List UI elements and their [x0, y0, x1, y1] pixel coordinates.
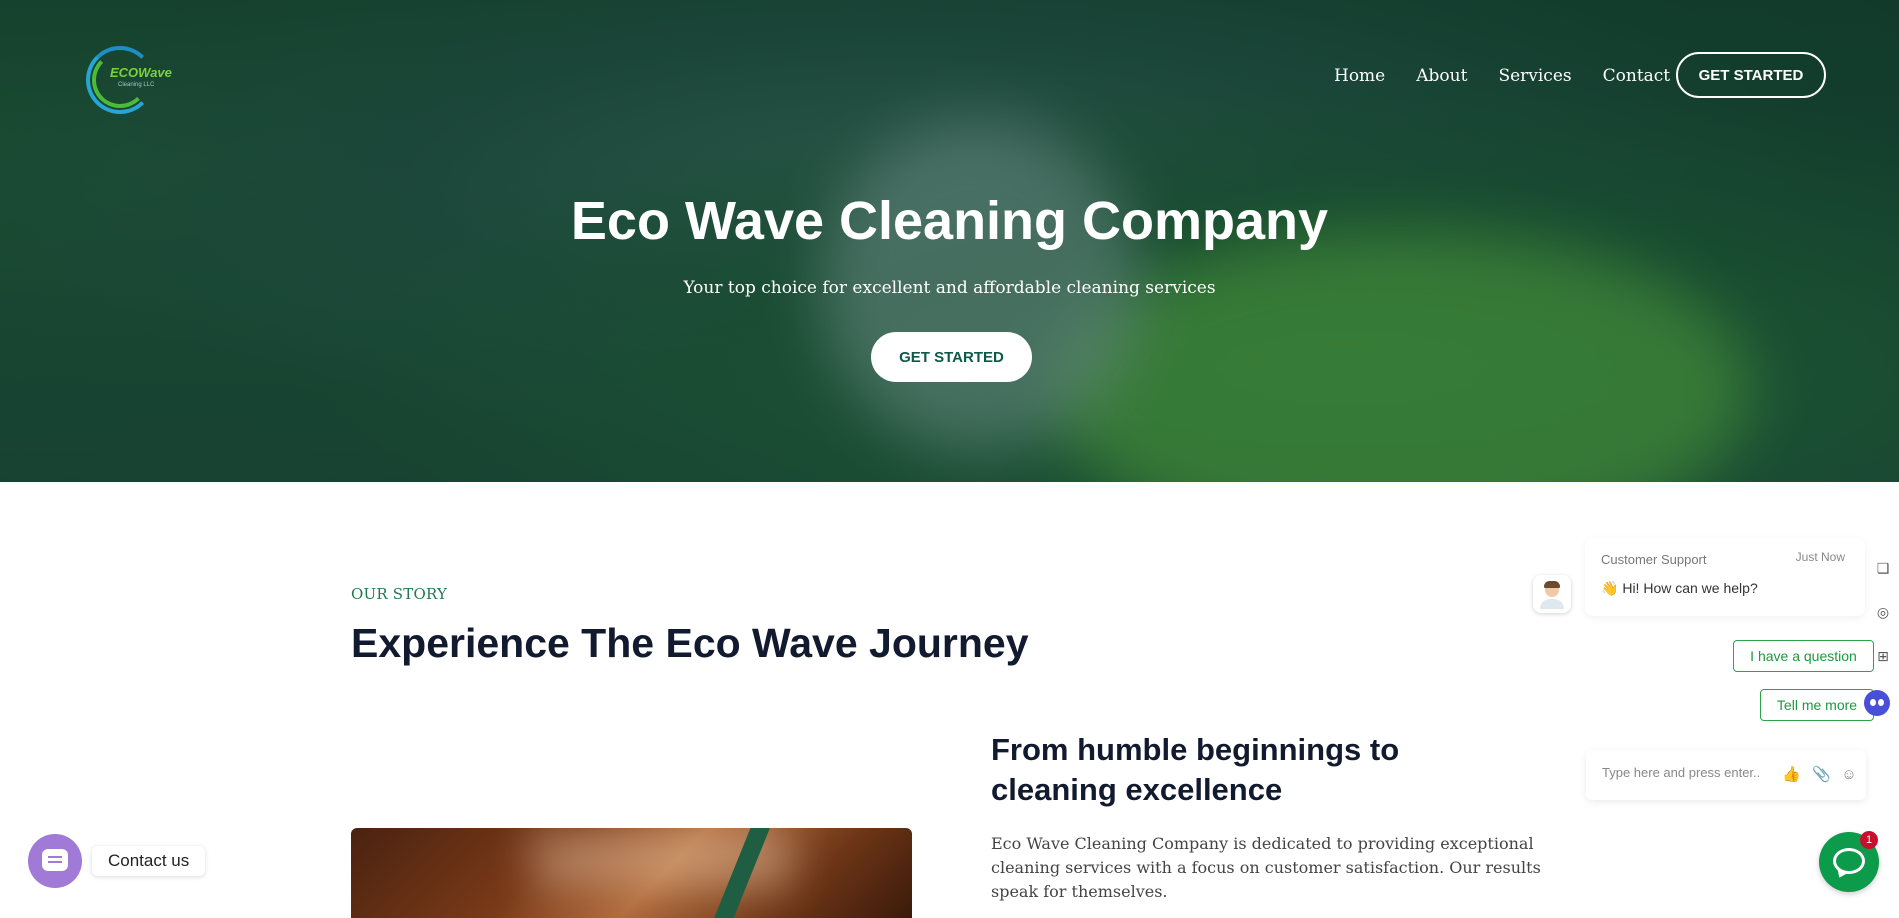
hero-section: ECOWave Cleaning LLC Home About Services…: [0, 0, 1899, 482]
message-icon-line: [48, 861, 62, 863]
brand-logo[interactable]: ECOWave Cleaning LLC: [86, 46, 172, 114]
nav-services[interactable]: Services: [1498, 66, 1571, 86]
bot-eye-left: [1870, 699, 1876, 706]
contact-fab-button[interactable]: [28, 834, 82, 888]
chat-agent-name: Customer Support: [1601, 552, 1707, 567]
agent-avatar: [1533, 575, 1571, 613]
thumbs-up-icon[interactable]: 👍: [1782, 766, 1801, 784]
main-nav: Home About Services Contact: [1334, 66, 1701, 86]
contact-us-label[interactable]: Contact us: [92, 846, 206, 876]
chat-input-box: 👍 📎 ☺: [1586, 750, 1866, 800]
story-body: Eco Wave Cleaning Company is dedicated t…: [991, 834, 1541, 901]
message-icon-line: [48, 856, 62, 858]
chat-greeting-bubble: Customer Support Just Now 👋 Hi! How can …: [1585, 538, 1865, 616]
chat-greeting-text: Hi! How can we help?: [1622, 580, 1758, 596]
story-image: [351, 828, 912, 918]
bot-icon[interactable]: [1864, 690, 1890, 716]
attachment-icon[interactable]: 📎: [1812, 766, 1831, 784]
logo-ring-inner: [92, 52, 148, 108]
nav-contact[interactable]: Contact: [1603, 66, 1671, 86]
avatar-hair: [1544, 581, 1560, 588]
chat-message: 👋 Hi! How can we help?: [1601, 580, 1758, 597]
chat-message-input[interactable]: [1600, 764, 1764, 781]
chat-timestamp: Just Now: [1795, 550, 1845, 564]
nav-get-started-button[interactable]: GET STARTED: [1676, 52, 1826, 98]
hero-subtitle: Your top choice for excellent and afford…: [683, 278, 1216, 298]
story-subtitle: From humble beginnings to cleaning excel…: [991, 732, 1400, 807]
book-icon[interactable]: ❑: [1874, 560, 1892, 578]
hero-foliage: [1050, 230, 1750, 482]
hero-get-started-button[interactable]: GET STARTED: [871, 332, 1032, 382]
nav-about[interactable]: About: [1416, 66, 1467, 86]
story-title: Experience The Eco Wave Journey: [351, 620, 1029, 666]
hero-title: Eco Wave Cleaning Company: [570, 191, 1329, 251]
logo-wordmark: ECOWave: [110, 65, 172, 80]
message-icon: [42, 849, 68, 871]
story-eyebrow: OUR STORY: [351, 585, 448, 603]
quick-reply-tell-more[interactable]: Tell me more: [1760, 689, 1874, 721]
wave-emoji-icon: 👋: [1601, 580, 1619, 596]
nav-home[interactable]: Home: [1334, 66, 1385, 86]
apps-icon[interactable]: ⊞: [1874, 648, 1892, 666]
podcast-icon[interactable]: ◎: [1874, 604, 1892, 622]
avatar-body: [1540, 599, 1564, 609]
quick-reply-question[interactable]: I have a question: [1733, 640, 1874, 672]
unread-badge: 1: [1860, 831, 1878, 849]
emoji-icon[interactable]: ☺: [1840, 766, 1858, 784]
logo-tagline: Cleaning LLC: [118, 82, 155, 88]
bot-eye-right: [1878, 699, 1884, 706]
